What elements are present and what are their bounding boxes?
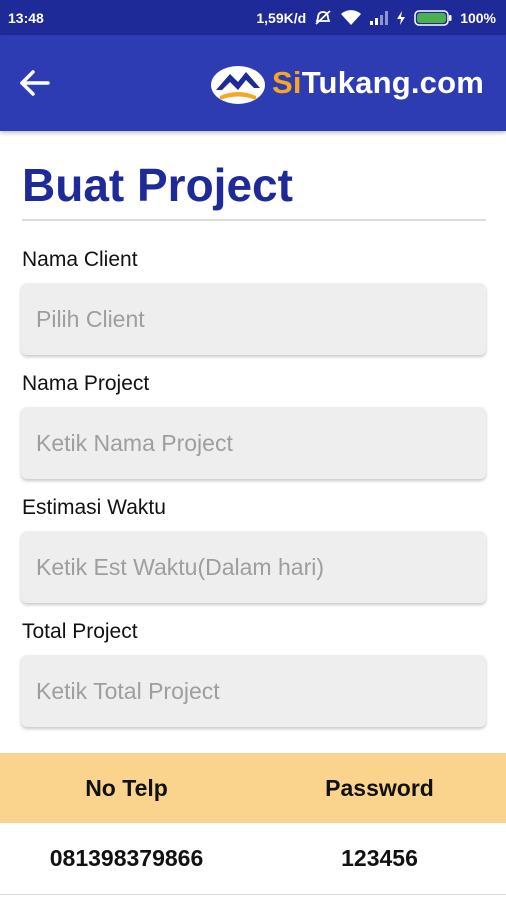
project-name-input[interactable] [21, 407, 486, 479]
logo-text: SiTukang.com [272, 65, 484, 101]
network-speed: 1,59K/d [256, 9, 307, 26]
column-header-phone: No Telp [85, 774, 168, 801]
logo-text-prefix: Si [272, 65, 302, 100]
logo-house-icon [211, 66, 266, 104]
charging-icon [396, 10, 406, 25]
wifi-icon [340, 9, 362, 26]
table-header: No Telp Password [0, 753, 506, 823]
back-button[interactable] [14, 65, 54, 101]
app-logo: SiTukang.com [210, 57, 484, 109]
cell-password: 123456 [341, 845, 418, 871]
logo-text-suffix: Tukang.com [301, 65, 484, 100]
battery-percent: 100% [460, 9, 496, 26]
mute-icon [314, 9, 332, 26]
signal-icon [370, 10, 389, 25]
column-header-password: Password [325, 774, 434, 801]
back-arrow-icon [20, 70, 50, 96]
project-total-input[interactable] [21, 655, 486, 727]
client-label: Nama Client [22, 248, 138, 271]
status-time: 13:48 [8, 9, 44, 26]
app-bar: SiTukang.com [0, 35, 506, 131]
project-name-label: Nama Project [22, 372, 150, 395]
time-estimate-input[interactable] [21, 531, 486, 603]
time-estimate-label: Estimasi Waktu [22, 496, 166, 519]
page-title: Buat Project [22, 159, 293, 211]
project-total-label: Total Project [22, 620, 138, 643]
client-select[interactable] [21, 283, 486, 355]
status-icons: 1,59K/d 100% [256, 10, 496, 26]
cell-phone: 081398379866 [49, 845, 204, 871]
battery-icon [414, 9, 452, 26]
status-bar: 13:48 1,59K/d 100% [0, 0, 506, 35]
title-divider [22, 219, 486, 221]
table-row[interactable]: 081398379866 123456 [0, 823, 506, 895]
